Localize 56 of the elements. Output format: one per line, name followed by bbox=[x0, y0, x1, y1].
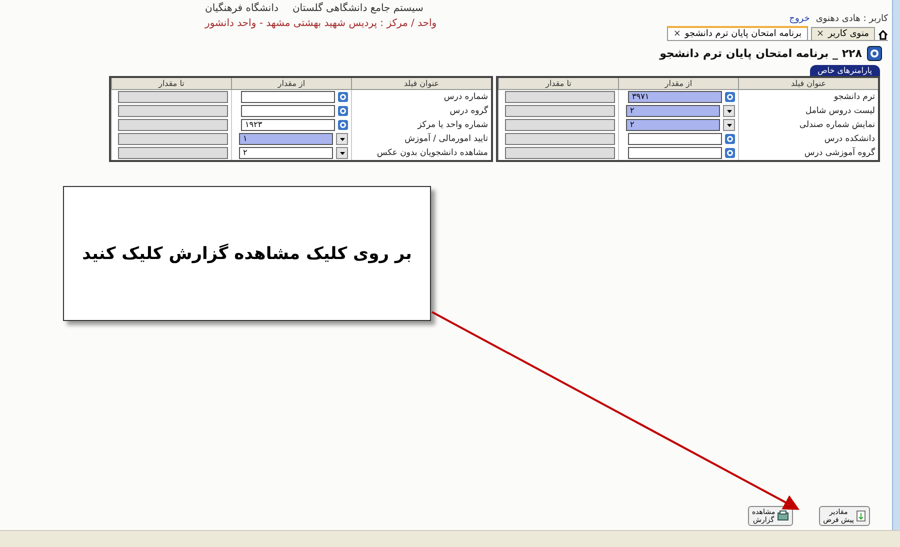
input-field[interactable] bbox=[241, 105, 335, 117]
system-name: سیستم جامع دانشگاهی گلستان bbox=[292, 1, 424, 16]
column-header: عنوان فیلد bbox=[738, 78, 878, 90]
university-name: دانشگاه فرهنگیان bbox=[205, 1, 278, 16]
input-field[interactable]: ۲ bbox=[239, 147, 333, 159]
lookup-icon[interactable] bbox=[725, 92, 735, 102]
caret-icon bbox=[726, 110, 732, 112]
input-field[interactable]: ۱ bbox=[239, 133, 333, 145]
lookup-icon[interactable] bbox=[338, 92, 348, 102]
column-header: تا مقدار bbox=[111, 78, 231, 90]
lookup-icon[interactable] bbox=[338, 106, 348, 116]
input-field[interactable]: ۲ bbox=[626, 105, 720, 117]
dropdown-button[interactable] bbox=[336, 147, 348, 159]
field-label: تایید امورمالی / آموزش bbox=[351, 132, 491, 146]
dropdown-button[interactable] bbox=[723, 105, 735, 117]
unit-label: واحد / مرکز : پردیس شهید بهشتی مشهد - واحد دانشور bbox=[205, 17, 437, 30]
user-label: کاربر : هادی دهنوی bbox=[816, 14, 888, 24]
input-field[interactable] bbox=[241, 91, 335, 103]
tab[interactable]: × منوی کاربر bbox=[810, 27, 875, 40]
field-label: لیست دروس شامل bbox=[738, 104, 878, 118]
printer-icon bbox=[777, 510, 790, 522]
lookup-icon[interactable] bbox=[338, 120, 348, 130]
field-label: شماره واحد یا مرکز bbox=[351, 118, 491, 132]
input-field[interactable]: ۱۹۲۳ bbox=[241, 119, 335, 131]
column-header: از مقدار bbox=[231, 78, 351, 90]
help-icon[interactable] bbox=[867, 46, 882, 61]
field-label: گروه درس bbox=[351, 104, 491, 118]
field-label: شماره درس bbox=[351, 90, 491, 104]
input-field[interactable] bbox=[628, 147, 722, 159]
column-header: عنوان فیلد bbox=[351, 78, 491, 90]
logout-link[interactable]: خروج bbox=[789, 14, 810, 24]
input-field[interactable]: ۲ bbox=[626, 119, 720, 131]
column-header: تا مقدار bbox=[498, 78, 618, 90]
input-field[interactable]: ۳۹۷۱ bbox=[628, 91, 722, 103]
field-label: مشاهده دانشجویان بدون عکس bbox=[351, 146, 491, 160]
close-icon[interactable]: × bbox=[673, 29, 681, 39]
callout-text: بر روی کلیک مشاهده گزارش کلیک کنید bbox=[82, 244, 412, 264]
caret-icon bbox=[340, 138, 344, 140]
caret-icon bbox=[726, 124, 732, 126]
caret-icon bbox=[340, 152, 344, 154]
field-label: دانشکده درس bbox=[738, 132, 878, 146]
lookup-icon[interactable] bbox=[725, 148, 735, 158]
field-label: گروه آموزشی درس bbox=[738, 146, 878, 160]
page-title: ۲۲۸ _ برنامه امتحان پایان ترم دانشجو bbox=[660, 47, 862, 60]
dropdown-button[interactable] bbox=[723, 119, 735, 131]
field-label: ترم دانشجو bbox=[738, 90, 878, 104]
panel-tab[interactable]: پارامترهای خاص bbox=[810, 65, 880, 76]
home-icon[interactable] bbox=[878, 30, 888, 40]
dropdown-button[interactable] bbox=[336, 133, 348, 145]
input-field[interactable] bbox=[628, 133, 722, 145]
lookup-icon[interactable] bbox=[725, 134, 735, 144]
field-label: نمایش شماره صندلی bbox=[738, 118, 878, 132]
close-icon[interactable]: × bbox=[816, 29, 824, 39]
column-header: از مقدار bbox=[618, 78, 738, 90]
document-icon bbox=[856, 510, 866, 522]
tab[interactable]: × برنامه امتحان پایان ترم دانشجو bbox=[667, 26, 808, 40]
